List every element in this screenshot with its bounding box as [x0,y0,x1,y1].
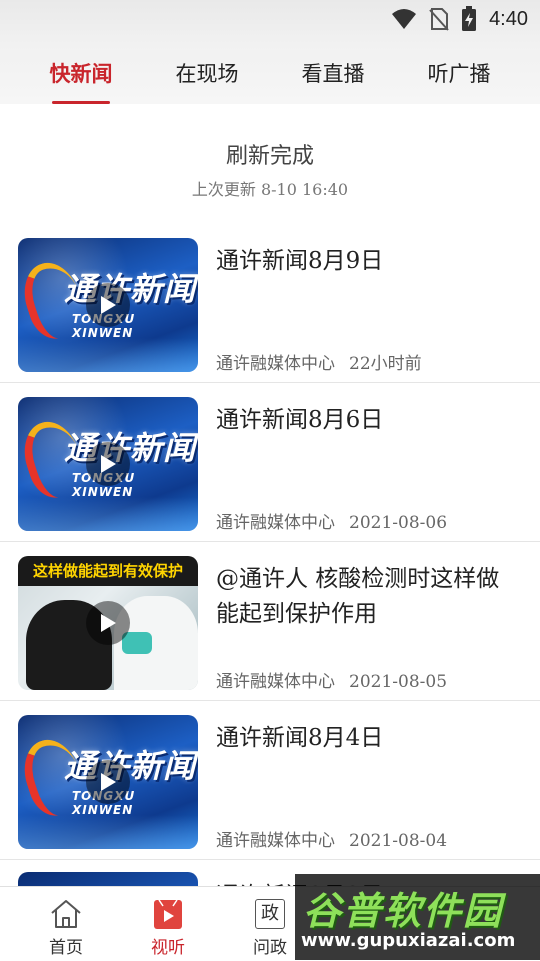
refresh-notice: 刷新完成 上次更新 8-10 16:40 [0,138,540,200]
tab-label: 快新闻 [49,61,113,86]
tab-kuai-xinwen[interactable]: 快新闻 [26,58,136,104]
news-item[interactable]: 通许新闻 TONGXU XINWEN 通许新闻8月9日 通许融媒体中心 22小时前 [0,224,540,383]
tab-label: 看直播 [301,62,365,86]
status-icons: 4:40 [379,6,528,32]
news-source: 通许融媒体中心 [216,831,335,851]
play-icon[interactable] [86,283,130,327]
status-bar: 4:40 [0,0,540,44]
nav-label: 视听 [151,938,185,958]
watermark-url: www.gupuxiazai.com [301,930,516,951]
news-thumbnail: 通许新闻 TONGXU XINWEN [18,238,198,372]
active-tab-indicator [52,101,110,104]
news-item[interactable]: 通许新闻 TONGXU XINWEN 通许新闻8月4日 通许融媒体中心 2021-… [0,701,540,860]
zheng-glyph: 政 [255,899,285,929]
news-title: 通许新闻8月9日 [216,248,384,274]
news-item[interactable]: 这样做能起到有效保护 @通许人 核酸检测时这样做能起到保护作用 通许融媒体中心 2… [0,542,540,701]
tab-kan-zhibo[interactable]: 看直播 [278,58,388,104]
nav-video[interactable]: 视听 [133,897,203,958]
nav-label: 首页 [49,938,83,958]
news-item[interactable]: 通许新闻 TONGXU XINWEN 通许新闻8月6日 通许融媒体中心 2021-… [0,383,540,542]
news-thumbnail: 这样做能起到有效保护 [18,556,198,690]
news-thumbnail: 通许新闻 TONGXU XINWEN [18,397,198,531]
tab-zai-xianchang[interactable]: 在现场 [152,58,262,104]
news-source: 通许融媒体中心 [216,672,335,692]
no-sim-icon [429,7,449,31]
tab-ting-guangbo[interactable]: 听广播 [404,58,514,104]
news-meta: 通许融媒体中心 2021-08-05 [216,667,447,692]
news-source: 通许融媒体中心 [216,513,335,533]
news-thumbnail: 通许新闻 TONGXU XINWEN [18,715,198,849]
thumbnail-logo-text: 通许新闻 [64,747,197,785]
video-play-icon [133,897,203,931]
news-time: 22小时前 [349,354,422,374]
news-list: 通许新闻 TONGXU XINWEN 通许新闻8月9日 通许融媒体中心 22小时前… [0,224,540,860]
thumbnail-banner: 这样做能起到有效保护 [18,556,198,586]
thumbnail-skyline [18,815,198,849]
watermark: 谷普软件园 www.gupuxiazai.com [295,874,540,960]
refresh-title: 刷新完成 [225,144,314,169]
play-icon[interactable] [86,442,130,486]
nav-home[interactable]: 首页 [31,897,101,958]
play-icon[interactable] [86,760,130,804]
thumbnail-mask [122,632,152,654]
news-title: 通许新闻8月4日 [216,725,384,751]
news-time: 2021-08-06 [349,513,448,533]
tab-label: 在现场 [175,62,239,86]
thumbnail-logo-text: 通许新闻 [64,429,197,467]
news-title: 通许新闻8月6日 [216,407,384,433]
news-time: 2021-08-05 [349,672,448,692]
last-update-time: 上次更新 8-10 16:40 [191,180,349,199]
wifi-icon [391,8,417,30]
thumbnail-logo-text: 通许新闻 [64,270,197,308]
watermark-text: 谷普软件园 [303,889,504,933]
thumbnail-skyline [18,497,198,531]
news-source: 通许融媒体中心 [216,354,335,374]
news-time: 2021-08-04 [349,831,448,851]
play-icon[interactable] [86,601,130,645]
battery-charging-icon [461,6,477,32]
status-time: 4:40 [489,7,528,30]
thumbnail-skyline [18,338,198,372]
news-meta: 通许融媒体中心 22小时前 [216,349,422,374]
tab-label: 听广播 [427,62,491,86]
top-tab-bar: 快新闻 在现场 看直播 听广播 [0,44,540,104]
news-meta: 通许融媒体中心 2021-08-04 [216,826,447,851]
news-title: @通许人 核酸检测时这样做能起到保护作用 [216,566,500,627]
home-icon [31,897,101,931]
news-meta: 通许融媒体中心 2021-08-06 [216,508,447,533]
